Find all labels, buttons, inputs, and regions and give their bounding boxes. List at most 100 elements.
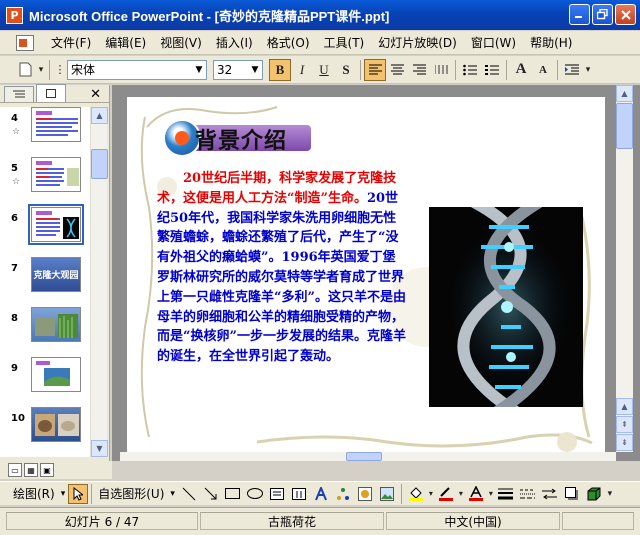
menu-format[interactable]: 格式(O) <box>260 32 317 53</box>
3d-style-icon[interactable] <box>583 483 605 505</box>
menu-window[interactable]: 窗口(W) <box>464 32 523 53</box>
line-color-icon[interactable] <box>435 483 457 505</box>
menu-tools[interactable]: 工具(T) <box>317 32 372 53</box>
chevron-down-icon[interactable]: ▾ <box>167 489 178 499</box>
rectangle-icon[interactable] <box>222 483 244 505</box>
draw-menu-button[interactable]: 绘图(R) <box>10 485 58 502</box>
arrow-icon[interactable] <box>200 483 222 505</box>
menu-edit[interactable]: 编辑(E) <box>98 32 153 53</box>
slide-canvas[interactable]: 背景介绍 20世纪后半期，科学家发展了克隆技术，这便是用人工方法“制造”生命。2… <box>127 97 605 452</box>
font-color-icon[interactable] <box>465 483 487 505</box>
chevron-down-icon[interactable]: ▼ <box>192 61 206 79</box>
menu-slideshow[interactable]: 幻灯片放映(D) <box>371 32 464 53</box>
bold-button[interactable]: B <box>269 58 291 81</box>
previous-slide-icon[interactable]: ⇞ <box>616 416 633 433</box>
menu-bar: 文件(F) 编辑(E) 视图(V) 插入(I) 格式(O) 工具(T) 幻灯片放… <box>0 31 640 55</box>
slide-thumbnail-8[interactable]: 8 <box>0 307 90 355</box>
select-pointer-icon[interactable] <box>68 483 89 504</box>
dash-style-icon[interactable] <box>517 483 539 505</box>
scroll-up-icon[interactable]: ▲ <box>616 398 633 415</box>
autoshapes-button[interactable]: 自选图形(U) <box>95 485 167 502</box>
next-slide-icon[interactable]: ⇟ <box>616 434 633 451</box>
shrink-font-button[interactable]: A <box>532 59 554 81</box>
slideshow-view-icon[interactable]: ▣ <box>40 463 54 477</box>
scroll-up-icon[interactable]: ▲ <box>616 85 633 102</box>
dna-helix-image[interactable] <box>429 207 583 407</box>
font-name-combo[interactable]: 宋体 ▼ <box>67 59 207 80</box>
chevron-down-icon[interactable]: ▼ <box>248 61 262 79</box>
slide-thumbnail-image <box>31 157 81 192</box>
wordart-icon[interactable] <box>310 483 332 505</box>
close-icon[interactable] <box>615 4 636 25</box>
chevron-down-icon[interactable]: ▾ <box>487 483 495 505</box>
document-icon[interactable] <box>16 34 34 51</box>
slides-pane-scrollbar[interactable]: ▲ ▼ <box>90 107 108 457</box>
slide-thumbnail-9[interactable]: 9 <box>0 357 90 405</box>
arrow-style-icon[interactable] <box>539 483 561 505</box>
line-style-icon[interactable] <box>495 483 517 505</box>
slides-tab[interactable] <box>36 84 66 102</box>
slide-thumbnail-6[interactable]: 6 <box>0 204 90 255</box>
slide-thumbnail-4[interactable]: 4 ☆ <box>0 107 90 155</box>
chevron-down-icon[interactable]: ▾ <box>427 483 435 505</box>
align-left-icon[interactable] <box>364 58 386 81</box>
scrollbar-thumb[interactable] <box>616 103 633 149</box>
indent-icon[interactable] <box>561 59 583 81</box>
restore-icon[interactable] <box>592 4 613 25</box>
chevron-down-icon[interactable]: ▾ <box>58 489 69 499</box>
slide-thumbnail-image <box>28 204 84 245</box>
slide-thumbnail-5[interactable]: 5 ☆ <box>0 157 90 205</box>
grow-font-button[interactable]: A <box>510 59 532 81</box>
new-dropdown-icon[interactable]: ▾ <box>36 59 46 81</box>
bullets-icon[interactable] <box>481 59 503 81</box>
line-icon[interactable] <box>178 483 200 505</box>
align-center-icon[interactable] <box>386 59 408 81</box>
underline-button[interactable]: U <box>313 59 335 81</box>
slide-thumbnail-10[interactable]: 10 <box>0 407 90 455</box>
new-document-icon[interactable] <box>14 59 36 81</box>
editor-horizontal-scrollbar[interactable] <box>120 452 616 461</box>
animation-star-icon: ☆ <box>12 177 21 187</box>
font-size-combo[interactable]: 32 ▼ <box>213 59 263 80</box>
shadow-button[interactable]: S <box>335 59 357 81</box>
minimize-icon[interactable] <box>569 4 590 25</box>
slide-thumbnail-image <box>31 107 81 142</box>
normal-view-icon[interactable]: ▭ <box>8 463 22 477</box>
oval-icon[interactable] <box>244 483 266 505</box>
status-bar: 幻灯片 6 / 47 古瓶荷花 中文(中国) <box>0 507 640 535</box>
menu-help[interactable]: 帮助(H) <box>523 32 579 53</box>
chevron-down-icon[interactable]: ▾ <box>457 483 465 505</box>
menu-view[interactable]: 视图(V) <box>153 32 209 53</box>
close-icon[interactable]: ✕ <box>90 87 101 102</box>
numbering-icon[interactable] <box>459 59 481 81</box>
clip-art-icon[interactable] <box>354 483 376 505</box>
diagram-icon[interactable] <box>332 483 354 505</box>
scroll-down-icon[interactable]: ▼ <box>91 440 108 457</box>
slide-sorter-view-icon[interactable]: ▦ <box>24 463 38 477</box>
scrollbar-thumb[interactable] <box>91 149 108 179</box>
slide-thumbnail-7[interactable]: 7 克隆大观园 <box>0 257 90 305</box>
align-right-icon[interactable] <box>408 59 430 81</box>
slide-number: 4 <box>11 113 18 124</box>
outline-tab[interactable] <box>4 86 34 102</box>
shadow-style-icon[interactable] <box>561 483 583 505</box>
toolbar-options-icon[interactable]: ▾ <box>583 59 593 81</box>
slide-body-text[interactable]: 20世纪后半期，科学家发展了克隆技术，这便是用人工方法“制造”生命。20世纪50… <box>157 169 407 367</box>
slide-title[interactable]: 背景介绍 <box>195 123 287 155</box>
menu-insert[interactable]: 插入(I) <box>209 32 260 53</box>
menu-file[interactable]: 文件(F) <box>44 32 98 53</box>
scroll-up-icon[interactable]: ▲ <box>91 107 108 124</box>
toolbar-separator <box>400 483 402 504</box>
italic-button[interactable]: I <box>291 59 313 81</box>
text-box-icon[interactable] <box>266 483 288 505</box>
powerpoint-app-icon[interactable]: P <box>6 6 23 24</box>
fill-color-icon[interactable] <box>405 483 427 505</box>
scrollbar-thumb[interactable] <box>346 452 382 461</box>
toolbar-options-icon[interactable]: ▾ <box>605 483 615 505</box>
editor-vertical-scrollbar[interactable]: ▲ ▲ ⇞ ⇟ <box>616 85 633 452</box>
body-text-red: 20世纪后半期，科学家发展了克隆技术，这便是用人工方法“制造”生命。 <box>157 171 397 206</box>
distributed-align-icon[interactable] <box>430 59 452 81</box>
vertical-text-box-icon[interactable] <box>288 483 310 505</box>
insert-picture-icon[interactable] <box>376 483 398 505</box>
slide-thumbnail-image <box>31 357 81 392</box>
